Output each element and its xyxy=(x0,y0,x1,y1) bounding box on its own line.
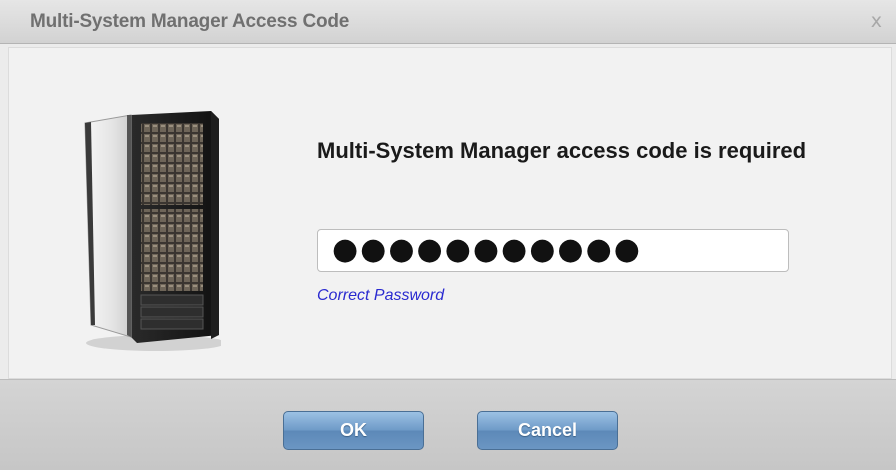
dialog-content: Multi-System Manager access code is requ… xyxy=(8,47,892,379)
password-status-text: Correct Password xyxy=(317,287,445,304)
dialog-title: Multi-System Manager Access Code xyxy=(30,11,350,32)
ok-button[interactable]: OK xyxy=(283,411,424,450)
close-button[interactable]: x xyxy=(871,10,882,32)
access-code-input[interactable]: ●●●●●●●●●●● xyxy=(317,229,789,272)
access-code-dialog: Multi-System Manager Access Code x Multi… xyxy=(0,0,896,470)
dialog-heading: Multi-System Manager access code is requ… xyxy=(317,138,807,163)
dialog-footer: OK Cancel xyxy=(0,379,896,470)
cancel-button[interactable]: Cancel xyxy=(477,411,618,450)
server-rack-icon xyxy=(84,111,221,351)
dialog-titlebar: Multi-System Manager Access Code x xyxy=(0,0,896,44)
